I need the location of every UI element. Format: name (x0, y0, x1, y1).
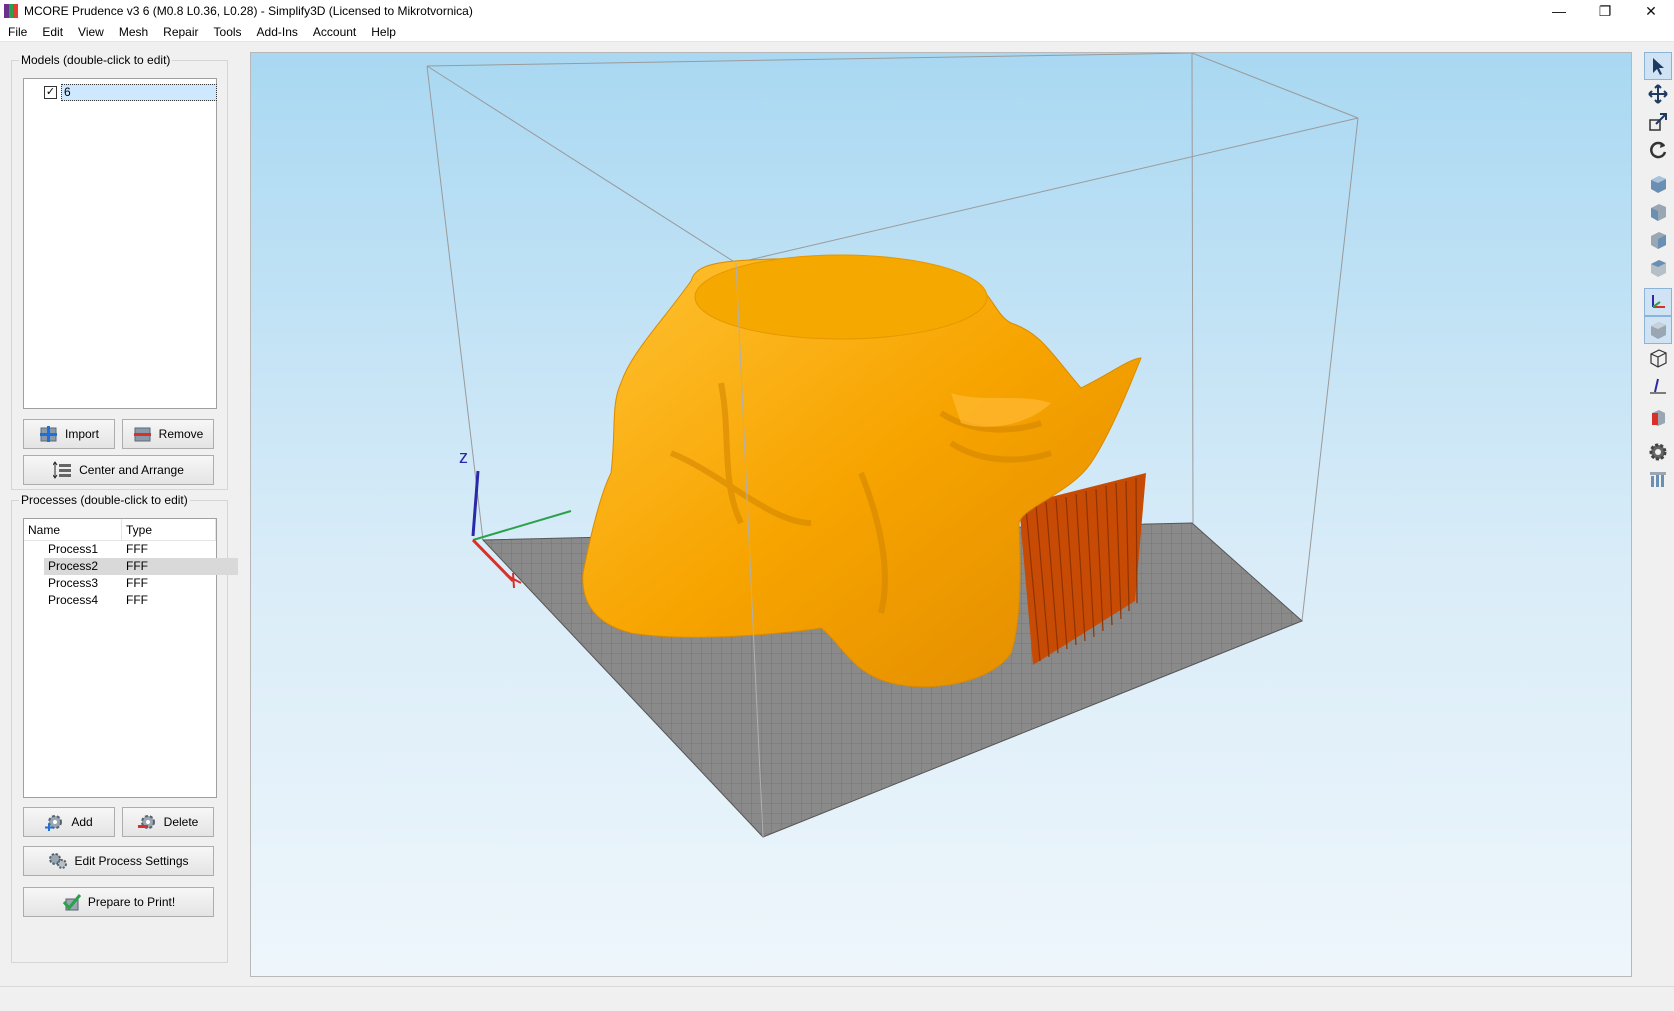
delete-process-label: Delete (163, 815, 199, 829)
view-side-icon[interactable] (1644, 226, 1672, 254)
model-name[interactable]: 6 (61, 83, 217, 101)
add-process-button[interactable]: Add (23, 807, 115, 837)
process-type: FFF (126, 542, 148, 556)
prepare-to-print-button[interactable]: Prepare to Print! (23, 887, 214, 917)
processes-table[interactable]: Name Type Process1 FFF Process2 FFF Proc… (23, 518, 238, 798)
settings-gear-icon[interactable] (1644, 438, 1672, 466)
menu-file[interactable]: File (0, 22, 34, 42)
app-logo-icon (4, 4, 19, 18)
wireframe-view-icon[interactable] (1644, 344, 1672, 372)
title-bar: MCORE Prudence v3 6 (M0.8 L0.36, L0.28) … (0, 0, 1674, 22)
view-default-icon[interactable] (1644, 170, 1672, 198)
axes-toggle-icon[interactable] (1644, 288, 1672, 316)
table-row[interactable]: Process3 FFF (44, 575, 238, 592)
process-type: FFF (126, 576, 148, 590)
table-row[interactable]: Process4 FFF (44, 592, 238, 609)
menu-edit[interactable]: Edit (34, 22, 70, 42)
processes-group-title: Processes (double-click to edit) (19, 493, 190, 507)
checkmark-icon (62, 893, 82, 911)
view-front-icon[interactable] (1644, 198, 1672, 226)
minimize-button[interactable]: — (1536, 0, 1582, 22)
edit-process-settings-button[interactable]: Edit Process Settings (23, 846, 214, 876)
process-name: Process1 (48, 542, 99, 556)
scale-icon[interactable] (1644, 108, 1672, 136)
process-name: Process4 (48, 593, 99, 607)
delete-gear-icon (137, 813, 158, 831)
bed-axes-icon[interactable] (1644, 372, 1672, 400)
view-top-icon[interactable] (1644, 254, 1672, 282)
center-arrange-icon (52, 461, 73, 479)
solid-view-icon[interactable] (1644, 316, 1672, 344)
supports-icon[interactable] (1644, 466, 1672, 494)
import-icon (39, 425, 59, 443)
table-row[interactable]: Process1 FFF (44, 541, 238, 558)
scene-canvas[interactable]: z (251, 53, 1632, 977)
close-button[interactable]: ✕ (1628, 0, 1674, 22)
menu-bar: File Edit View Mesh Repair Tools Add-Ins… (0, 22, 1674, 42)
restore-button[interactable]: ❐ (1582, 0, 1628, 22)
add-process-label: Add (71, 815, 93, 829)
process-name: Process3 (48, 576, 99, 590)
status-bar (0, 986, 1674, 1011)
menu-view[interactable]: View (70, 22, 111, 42)
process-type: FFF (126, 559, 148, 573)
remove-icon (133, 425, 153, 443)
axis-z-label: z (459, 447, 468, 467)
move-icon[interactable] (1644, 80, 1672, 108)
cross-section-icon[interactable] (1644, 404, 1672, 432)
add-gear-icon (45, 813, 65, 831)
column-type[interactable]: Type (122, 519, 216, 540)
right-toolbar (1640, 52, 1674, 977)
menu-tools[interactable]: Tools (206, 22, 249, 42)
processes-group: Processes (double-click to edit) Name Ty… (11, 493, 238, 963)
process-name: Process2 (48, 559, 99, 573)
prepare-to-print-label: Prepare to Print! (87, 895, 176, 909)
delete-process-button[interactable]: Delete (122, 807, 214, 837)
gears-icon (48, 852, 68, 870)
menu-account[interactable]: Account (305, 22, 363, 42)
center-arrange-button[interactable]: Center and Arrange (23, 455, 214, 485)
3d-viewport[interactable]: z (250, 52, 1632, 977)
models-list[interactable]: ✓ 6 (23, 78, 217, 409)
model-item[interactable]: ✓ 6 (44, 83, 244, 101)
center-arrange-label: Center and Arrange (79, 463, 184, 477)
models-group-title: Models (double-click to edit) (19, 53, 173, 67)
window-title: MCORE Prudence v3 6 (M0.8 L0.36, L0.28) … (24, 4, 473, 18)
menu-repair[interactable]: Repair (155, 22, 205, 42)
menu-mesh[interactable]: Mesh (111, 22, 155, 42)
column-name[interactable]: Name (24, 519, 122, 540)
menu-help[interactable]: Help (363, 22, 403, 42)
import-button[interactable]: Import (23, 419, 115, 449)
left-panel: Models (double-click to edit) ✓ 6 Import… (0, 44, 246, 986)
process-type: FFF (126, 593, 148, 607)
models-group: Models (double-click to edit) ✓ 6 Import… (11, 53, 228, 490)
remove-button[interactable]: Remove (122, 419, 214, 449)
model-checkbox[interactable]: ✓ (44, 85, 57, 99)
rotate-icon[interactable] (1644, 136, 1672, 164)
import-label: Import (64, 427, 99, 441)
remove-label: Remove (158, 427, 204, 441)
select-icon[interactable] (1644, 52, 1672, 80)
menu-add-ins[interactable]: Add-Ins (249, 22, 305, 42)
processes-table-header: Name Type (24, 519, 216, 541)
table-row[interactable]: Process2 FFF (44, 558, 238, 575)
edit-process-settings-label: Edit Process Settings (74, 854, 189, 868)
